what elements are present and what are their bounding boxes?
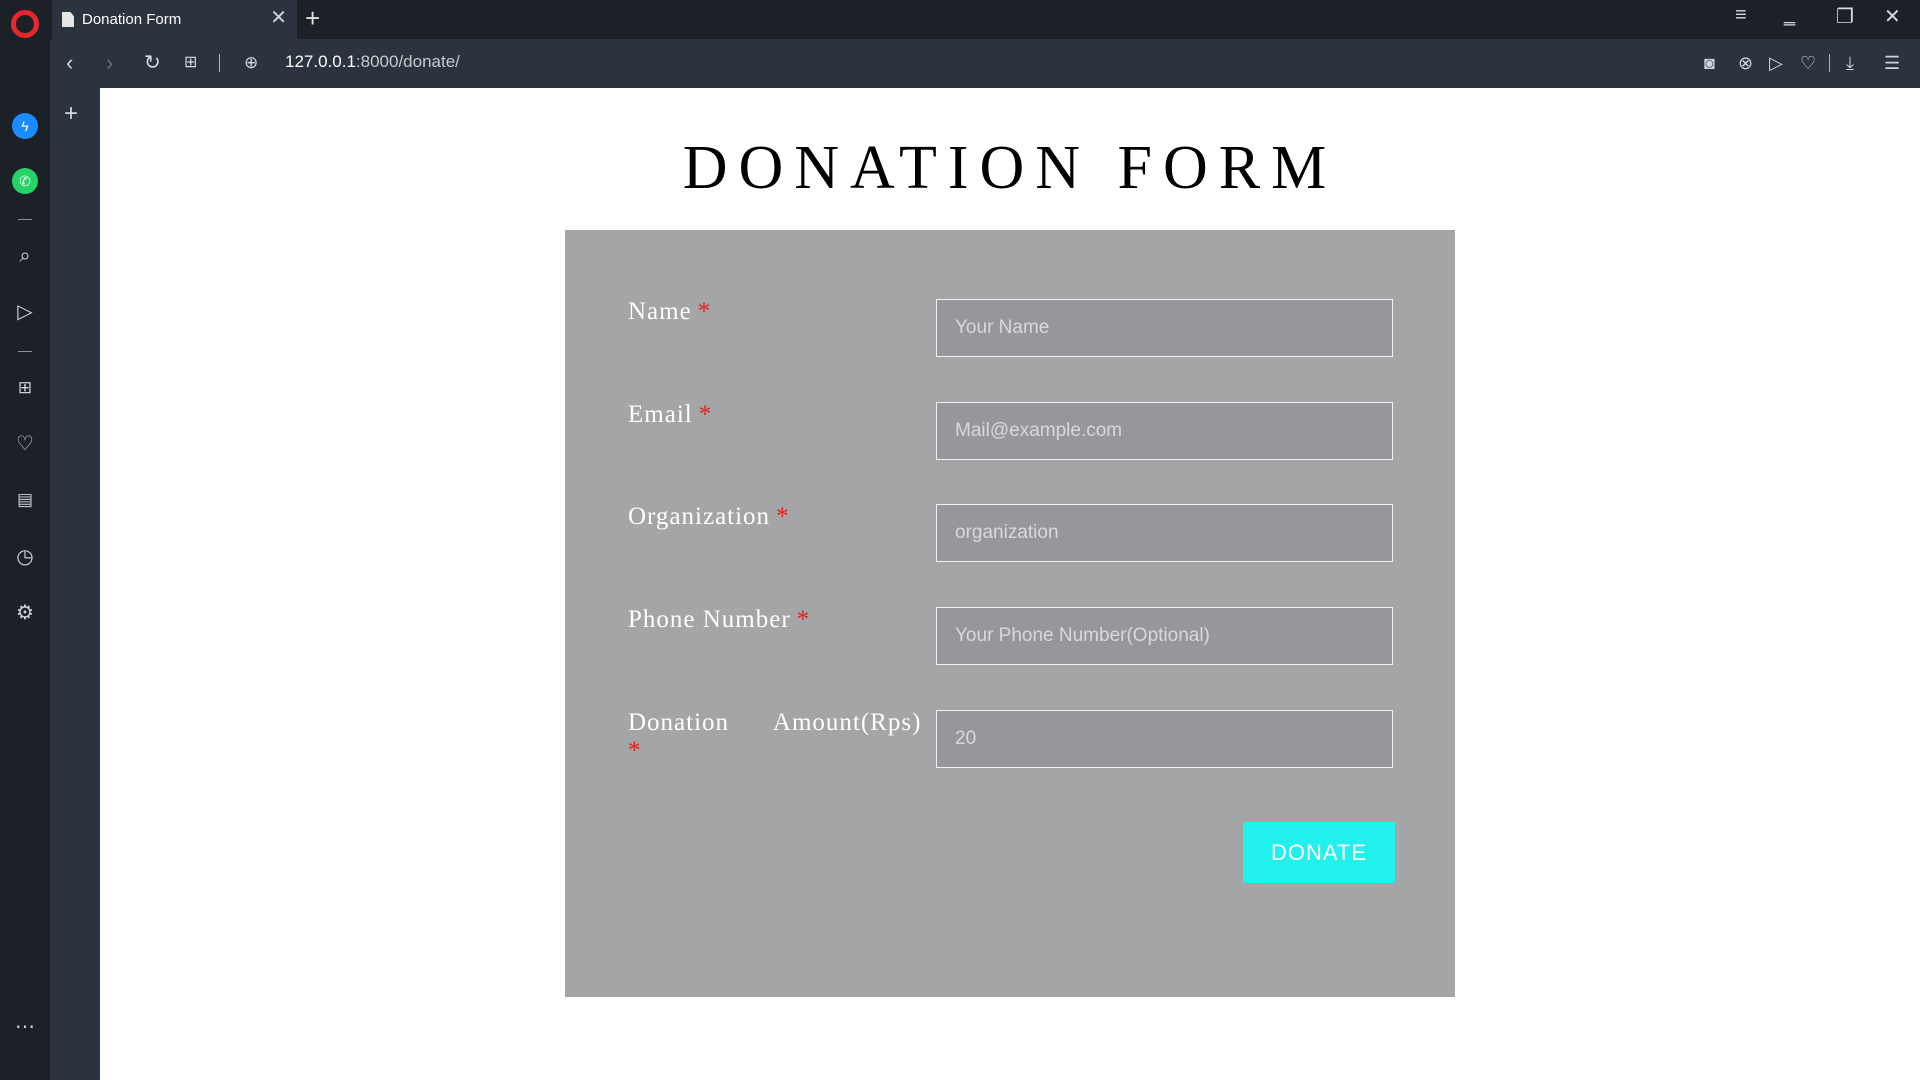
speed-dial-icon[interactable]: ⊞ <box>184 49 197 77</box>
donate-button[interactable]: DONATE <box>1243 822 1395 883</box>
required-mark: * <box>698 401 713 428</box>
organization-label: Organization * <box>628 503 938 531</box>
globe-icon: ⊕ <box>244 53 259 72</box>
phone-label: Phone Number * <box>628 606 938 634</box>
email-field[interactable]: Mail@example.com <box>936 402 1393 460</box>
settings-icon[interactable]: ⚙ <box>12 600 38 626</box>
reload-icon[interactable]: ↻ <box>144 49 161 77</box>
back-icon[interactable]: ‹ <box>66 49 73 77</box>
send-icon[interactable]: ▷ <box>12 299 38 325</box>
send-icon[interactable]: ▷ <box>1769 51 1783 75</box>
easy-setup-icon[interactable]: ☰ <box>1884 51 1900 75</box>
page-content: DONATION FORM Name * Your Name Email * Mai… <box>100 88 1920 1080</box>
download-icon[interactable]: ⤓ <box>1846 51 1854 75</box>
close-tab-icon[interactable]: ✕ <box>270 8 287 28</box>
label-text: Name <box>628 298 692 325</box>
address-bar: ‹ › ↻ ⊞ ⊕ 127.0.0.1:8000/donate/ ◙ ⊗ ▷ ♡… <box>50 39 1920 88</box>
tab-title: Donation Form <box>82 11 182 28</box>
donation-amount-label: Donation Amount(Rps) * <box>628 709 938 765</box>
tab-bar: Donation Form ✕ + ≡ ‗ ❐ ✕ <box>0 0 1920 39</box>
name-label: Name * <box>628 298 938 326</box>
speed-dial-icon[interactable]: ⊞ <box>12 375 38 401</box>
name-placeholder: Your Name <box>955 317 1050 338</box>
label-text: Donation Amount(Rps) <box>628 709 922 736</box>
divider <box>18 219 32 220</box>
messenger-icon[interactable]: ϟ <box>12 113 38 139</box>
adblock-icon[interactable]: ⊗ <box>1738 51 1753 75</box>
url-path: :8000/donate/ <box>355 52 460 71</box>
tab-menu-icon[interactable]: ≡ <box>1735 4 1747 27</box>
camera-icon[interactable]: ◙ <box>1704 51 1715 75</box>
divider <box>219 54 220 72</box>
new-tab-icon[interactable]: + <box>305 5 320 31</box>
donation-amount-field[interactable]: 20 <box>936 710 1393 768</box>
history-icon[interactable]: ◷ <box>12 544 38 570</box>
donation-amount-placeholder: 20 <box>955 728 977 749</box>
page-title: DONATION FORM <box>682 134 1338 202</box>
search-icon[interactable]: ⌕ <box>12 243 38 269</box>
add-panel-icon[interactable]: + <box>64 100 78 128</box>
required-mark: * <box>796 606 811 633</box>
required-mark: * <box>776 503 790 530</box>
email-label: Email * <box>628 401 938 429</box>
required-mark: * <box>697 298 712 325</box>
heart-icon[interactable]: ♡ <box>12 431 38 457</box>
required-mark: * <box>628 737 642 764</box>
document-icon <box>62 12 74 27</box>
email-placeholder: Mail@example.com <box>955 420 1123 441</box>
tab-donation-form[interactable]: Donation Form ✕ <box>52 0 297 39</box>
forward-icon[interactable]: › <box>106 49 113 77</box>
divider <box>18 351 32 352</box>
label-text: Organization <box>628 503 771 530</box>
phone-field[interactable]: Your Phone Number(Optional) <box>936 607 1393 665</box>
url-host: 127.0.0.1 <box>285 52 356 71</box>
sidebar: ϟ ✆ ⌕ ▷ ⊞ ♡ ▤ ◷ ⚙ ⋯ <box>0 39 50 1080</box>
restore-icon[interactable]: ❐ <box>1836 4 1854 29</box>
news-icon[interactable]: ▤ <box>12 487 38 513</box>
label-text: Email <box>628 401 693 428</box>
phone-placeholder: Your Phone Number(Optional) <box>955 625 1210 646</box>
organization-placeholder: organization <box>955 522 1059 543</box>
divider <box>1829 54 1830 72</box>
name-field[interactable]: Your Name <box>936 299 1393 357</box>
whatsapp-icon[interactable]: ✆ <box>12 168 38 194</box>
label-text: Phone Number <box>628 606 791 633</box>
bookmark-heart-icon[interactable]: ♡ <box>1800 51 1816 75</box>
opera-logo-icon[interactable] <box>11 10 39 38</box>
organization-field[interactable]: organization <box>936 504 1393 562</box>
close-window-icon[interactable]: ✕ <box>1884 4 1901 29</box>
minimize-icon[interactable]: ‗ <box>1784 4 1795 27</box>
sidebar-panel: + <box>50 88 100 1080</box>
more-icon[interactable]: ⋯ <box>12 1014 38 1040</box>
donation-form: Name * Your Name Email * Mail@example.com … <box>565 230 1455 997</box>
url-field[interactable]: 127.0.0.1:8000/donate/ <box>285 52 460 72</box>
